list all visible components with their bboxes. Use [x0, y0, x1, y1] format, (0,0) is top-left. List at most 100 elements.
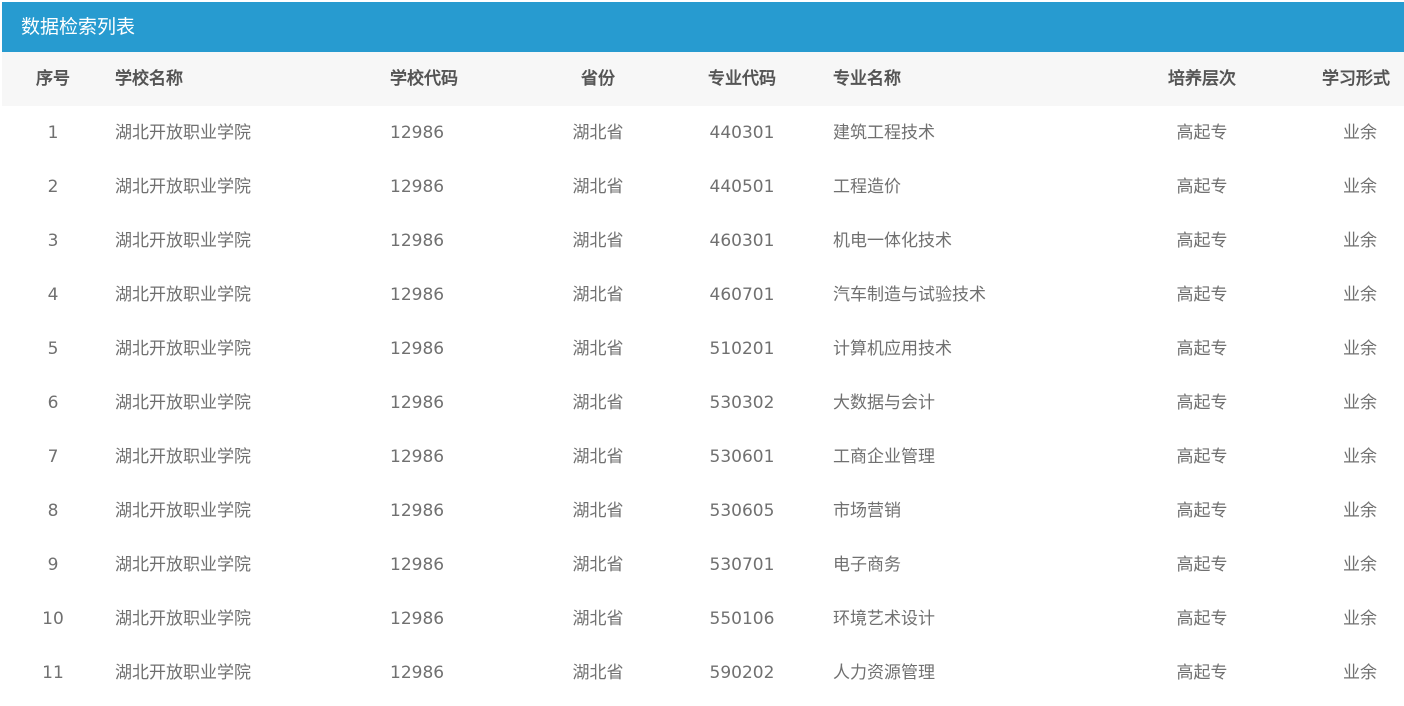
- cell-level: 高起专: [1176, 177, 1228, 197]
- cell-major-name: 市场营销: [833, 501, 901, 521]
- table-row: 1 湖北开放职业学院 12986 湖北省 440301 建筑工程技术 高起专 业…: [2, 106, 1404, 160]
- cell-school-code: 12986: [390, 339, 445, 359]
- cell-school-code: 12986: [390, 177, 445, 197]
- cell-school-name: 湖北开放职业学院: [115, 231, 251, 251]
- table-row: 3 湖北开放职业学院 12986 湖北省 460301 机电一体化技术 高起专 …: [2, 214, 1404, 268]
- cell-major-name: 电子商务: [833, 555, 901, 575]
- cell-major-name: 建筑工程技术: [833, 123, 935, 143]
- cell-province: 湖北省: [572, 501, 624, 521]
- cell-province: 湖北省: [572, 285, 624, 305]
- cell-major-code: 440501: [709, 177, 775, 197]
- cell-study-mode: 业余: [1343, 393, 1377, 413]
- cell-province: 湖北省: [572, 663, 624, 683]
- cell-major-code: 530605: [709, 501, 775, 521]
- table-row: 9 湖北开放职业学院 12986 湖北省 530701 电子商务 高起专 业余: [2, 538, 1404, 592]
- cell-province: 湖北省: [572, 123, 624, 143]
- cell-province: 湖北省: [572, 177, 624, 197]
- column-header-major-code: 专业代码: [708, 69, 776, 89]
- cell-index: 2: [47, 177, 59, 197]
- column-header-province: 省份: [581, 69, 615, 89]
- cell-study-mode: 业余: [1343, 663, 1377, 683]
- cell-province: 湖北省: [572, 555, 624, 575]
- table-row: 5 湖北开放职业学院 12986 湖北省 510201 计算机应用技术 高起专 …: [2, 322, 1404, 376]
- cell-major-name: 工商企业管理: [833, 447, 935, 467]
- cell-level: 高起专: [1176, 501, 1228, 521]
- cell-level: 高起专: [1176, 609, 1228, 629]
- cell-school-name: 湖北开放职业学院: [115, 393, 251, 413]
- cell-major-name: 环境艺术设计: [833, 609, 935, 629]
- cell-level: 高起专: [1176, 663, 1228, 683]
- cell-school-name: 湖北开放职业学院: [115, 663, 251, 683]
- cell-school-name: 湖北开放职业学院: [115, 609, 251, 629]
- table-row: 2 湖北开放职业学院 12986 湖北省 440501 工程造价 高起专 业余: [2, 160, 1404, 214]
- cell-school-name: 湖北开放职业学院: [115, 555, 251, 575]
- cell-province: 湖北省: [572, 447, 624, 467]
- cell-major-name: 机电一体化技术: [833, 231, 952, 251]
- cell-school-code: 12986: [390, 501, 445, 521]
- cell-index: 9: [47, 555, 59, 575]
- cell-index: 11: [42, 663, 64, 683]
- cell-major-code: 530701: [709, 555, 775, 575]
- cell-study-mode: 业余: [1343, 285, 1377, 305]
- cell-major-code: 460301: [709, 231, 775, 251]
- cell-index: 10: [42, 609, 64, 629]
- cell-study-mode: 业余: [1343, 177, 1377, 197]
- cell-school-code: 12986: [390, 447, 445, 467]
- cell-level: 高起专: [1176, 123, 1228, 143]
- cell-index: 5: [47, 339, 59, 359]
- cell-major-code: 530302: [709, 393, 775, 413]
- cell-school-code: 12986: [390, 285, 445, 305]
- cell-province: 湖北省: [572, 231, 624, 251]
- cell-school-name: 湖北开放职业学院: [115, 339, 251, 359]
- panel-title: 数据检索列表: [2, 2, 1404, 52]
- cell-major-code: 590202: [709, 663, 775, 683]
- cell-level: 高起专: [1176, 285, 1228, 305]
- cell-school-name: 湖北开放职业学院: [115, 177, 251, 197]
- cell-index: 8: [47, 501, 59, 521]
- column-header-school-code: 学校代码: [390, 69, 458, 89]
- table-body: 1 湖北开放职业学院 12986 湖北省 440301 建筑工程技术 高起专 业…: [2, 106, 1404, 700]
- cell-study-mode: 业余: [1343, 555, 1377, 575]
- table-row: 10 湖北开放职业学院 12986 湖北省 550106 环境艺术设计 高起专 …: [2, 592, 1404, 646]
- cell-study-mode: 业余: [1343, 231, 1377, 251]
- cell-major-name: 人力资源管理: [833, 663, 935, 683]
- cell-level: 高起专: [1176, 393, 1228, 413]
- table-row: 7 湖北开放职业学院 12986 湖北省 530601 工商企业管理 高起专 业…: [2, 430, 1404, 484]
- cell-study-mode: 业余: [1343, 123, 1377, 143]
- table-row: 4 湖北开放职业学院 12986 湖北省 460701 汽车制造与试验技术 高起…: [2, 268, 1404, 322]
- table-row: 6 湖北开放职业学院 12986 湖北省 530302 大数据与会计 高起专 业…: [2, 376, 1404, 430]
- cell-index: 6: [47, 393, 59, 413]
- cell-school-code: 12986: [390, 663, 445, 683]
- cell-school-code: 12986: [390, 231, 445, 251]
- cell-level: 高起专: [1176, 339, 1228, 359]
- cell-school-name: 湖北开放职业学院: [115, 447, 251, 467]
- cell-study-mode: 业余: [1343, 609, 1377, 629]
- column-header-study-mode: 学习形式: [1322, 69, 1390, 89]
- cell-school-name: 湖北开放职业学院: [115, 123, 251, 143]
- cell-index: 4: [47, 285, 59, 305]
- cell-major-name: 计算机应用技术: [833, 339, 952, 359]
- cell-school-code: 12986: [390, 393, 445, 413]
- cell-school-name: 湖北开放职业学院: [115, 285, 251, 305]
- table-row: 8 湖北开放职业学院 12986 湖北省 530605 市场营销 高起专 业余: [2, 484, 1404, 538]
- cell-level: 高起专: [1176, 231, 1228, 251]
- cell-school-code: 12986: [390, 609, 445, 629]
- column-header-school-name: 学校名称: [115, 69, 183, 89]
- cell-major-code: 460701: [709, 285, 775, 305]
- cell-level: 高起专: [1176, 555, 1228, 575]
- cell-major-code: 440301: [709, 123, 775, 143]
- data-search-panel: 数据检索列表 序号 学校名称 学校代码 省份 专业代码 专业名称 培养层次 学习…: [2, 2, 1404, 706]
- cell-province: 湖北省: [572, 393, 624, 413]
- cell-index: 3: [47, 231, 59, 251]
- column-header-index: 序号: [36, 69, 70, 89]
- cell-major-name: 工程造价: [833, 177, 901, 197]
- cell-school-name: 湖北开放职业学院: [115, 501, 251, 521]
- cell-index: 7: [47, 447, 59, 467]
- cell-major-code: 510201: [709, 339, 775, 359]
- cell-major-name: 大数据与会计: [833, 393, 935, 413]
- cell-province: 湖北省: [572, 609, 624, 629]
- cell-province: 湖北省: [572, 339, 624, 359]
- cell-study-mode: 业余: [1343, 501, 1377, 521]
- cell-school-code: 12986: [390, 555, 445, 575]
- cell-major-name: 汽车制造与试验技术: [833, 285, 986, 305]
